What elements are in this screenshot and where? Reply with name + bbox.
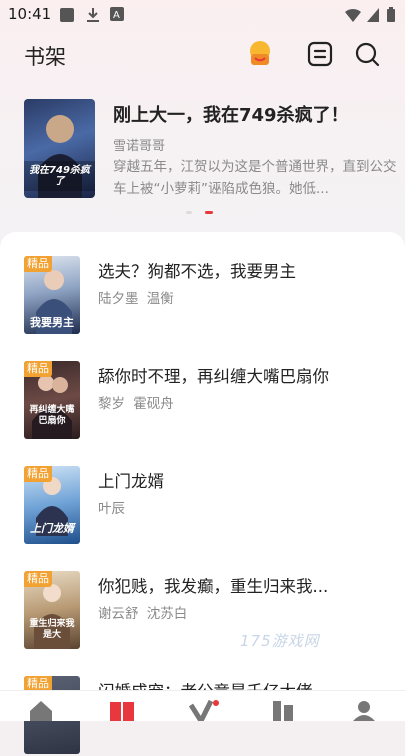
book-title[interactable]: 上门龙婿 <box>98 468 164 492</box>
download-icon <box>87 8 99 22</box>
book-authors: 叶辰 <box>98 501 125 517</box>
list-icon[interactable] <box>306 40 334 68</box>
list-item[interactable]: 精品 再纠缠大嘴巴扇你 舔你时不理，再纠缠大嘴巴扇你 黎岁 霍砚舟 <box>24 361 384 441</box>
bookshelf-icon[interactable] <box>109 699 135 721</box>
book-cover[interactable]: 精品 上门龙婿 <box>24 466 80 544</box>
premium-badge: 精品 <box>24 466 52 482</box>
list-item[interactable]: 精品 重生归来我是大 你犯贱，我发癫，重生归来我... 谢云舒 沈苏白 <box>24 571 384 651</box>
svg-text:A: A <box>113 10 120 21</box>
book-authors: 谢云舒 沈苏白 <box>98 606 188 622</box>
bottom-tab-bar <box>0 690 405 721</box>
search-icon[interactable] <box>353 40 381 68</box>
bookshelf-list: 精品 我要男主 选夫？狗都不选，我要男主 陆夕墨 温衡 精品 再纠缠大嘴巴扇你 … <box>0 232 405 754</box>
home-icon[interactable] <box>28 699 54 721</box>
signal-icon <box>367 8 379 22</box>
carousel-dot <box>186 211 192 214</box>
book-cover-text: 再纠缠大嘴巴扇你 <box>29 405 75 426</box>
featured-author: 雪诺哥哥 <box>113 139 166 154</box>
category-icon[interactable] <box>271 699 295 721</box>
book-authors: 陆夕墨 温衡 <box>98 291 174 307</box>
premium-badge: 精品 <box>24 571 52 587</box>
book-title[interactable]: 选夫？狗都不选，我要男主 <box>98 258 296 282</box>
featured-description: 穿越五年，江贺以为这是个普通世界，直到公交车上被“小萝莉”诬陷成色狼。她低... <box>113 159 397 197</box>
list-item[interactable]: 精品 上门龙婿 上门龙婿 叶辰 <box>24 466 384 546</box>
notification-app-icon <box>60 8 74 22</box>
book-title[interactable]: 舔你时不理，再纠缠大嘴巴扇你 <box>98 363 329 387</box>
v-icon[interactable] <box>189 699 219 721</box>
featured-cover[interactable]: 我在749杀疯了 <box>24 99 95 198</box>
gift-icon[interactable] <box>246 40 274 68</box>
book-cover-text: 我要男主 <box>30 316 74 329</box>
list-item[interactable]: 精品 我要男主 选夫？狗都不选，我要男主 陆夕墨 温衡 <box>24 256 384 336</box>
book-cover-text: 上门龙婿 <box>30 522 74 535</box>
battery-icon <box>387 7 395 22</box>
premium-badge: 精品 <box>24 256 52 272</box>
header: 书架 <box>0 32 405 76</box>
watermark: 175游戏网 <box>240 632 320 650</box>
profile-icon[interactable] <box>352 699 376 721</box>
premium-badge: 精品 <box>24 361 52 377</box>
book-cover[interactable]: 精品 我要男主 <box>24 256 80 334</box>
font-icon: A <box>110 7 124 21</box>
book-title[interactable]: 你犯贱，我发癫，重生归来我... <box>98 573 328 597</box>
book-cover-text: 重生归来我是大 <box>29 619 75 640</box>
book-cover[interactable]: 精品 再纠缠大嘴巴扇你 <box>24 361 80 439</box>
page-title: 书架 <box>24 45 66 69</box>
featured-title[interactable]: 刚上大一，我在749杀疯了！ <box>113 101 349 127</box>
book-cover[interactable]: 精品 重生归来我是大 <box>24 571 80 649</box>
featured-cover-text: 我在749杀疯了 <box>29 165 90 187</box>
wifi-icon <box>345 8 361 22</box>
status-time: 10:41 <box>8 5 52 23</box>
featured-book[interactable]: 我在749杀疯了 刚上大一，我在749杀疯了！ 雪诺哥哥 穿越五年，江贺以为这是… <box>24 99 397 199</box>
carousel-dot-active <box>205 211 213 214</box>
status-bar: 10:41 A <box>0 0 405 30</box>
book-authors: 黎岁 霍砚舟 <box>98 396 174 412</box>
